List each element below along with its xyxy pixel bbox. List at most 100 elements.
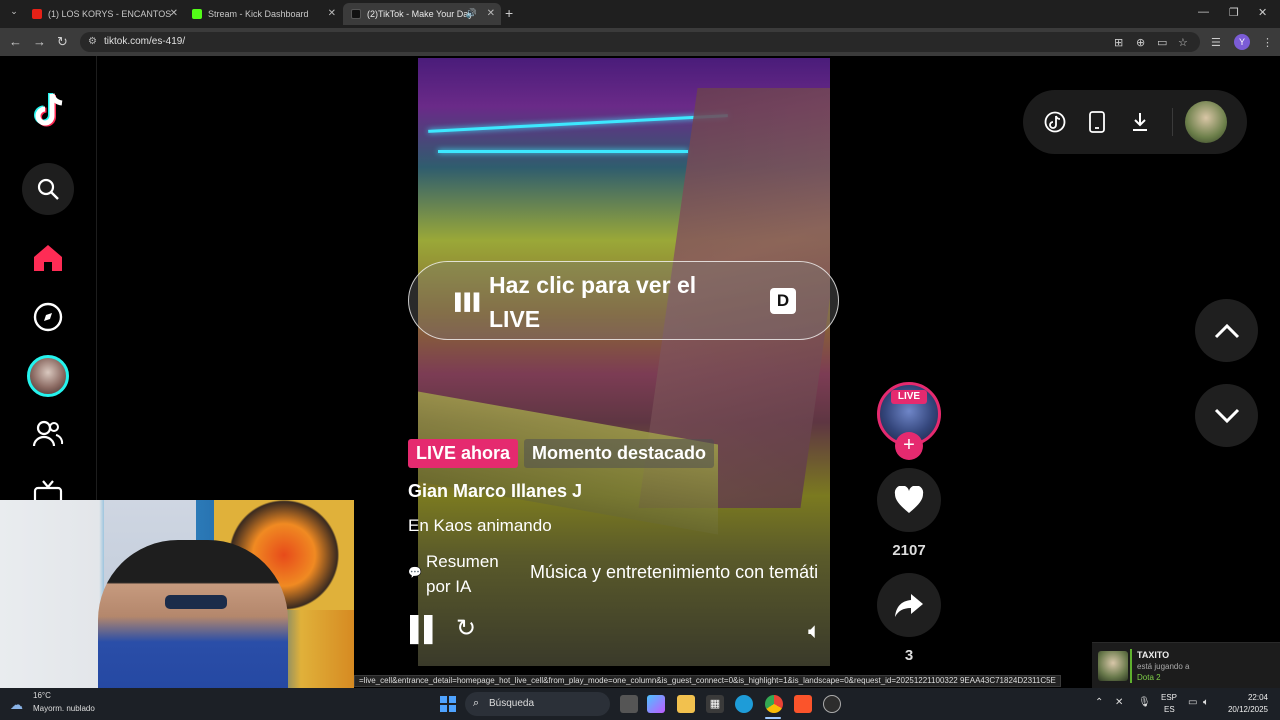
link-status-url: =live_cell&entrance_detail=homepage_hot_… <box>354 675 1061 687</box>
volume-icon[interactable]: 🔈︎ <box>808 618 821 644</box>
keyboard-language[interactable]: ESP <box>1161 693 1177 702</box>
minimize-icon[interactable]: — <box>1198 6 1209 18</box>
watch-live-text: Haz clic para ver el LIVE <box>489 272 697 332</box>
translate-icon[interactable]: ⊞ <box>1114 36 1123 49</box>
author-name[interactable]: Gian Marco Illanes J <box>408 481 582 502</box>
tab-youtube[interactable]: (1) LOS KORYS - ENCANTOS DE ✕ <box>24 3 184 25</box>
tiktok-logo-icon[interactable] <box>22 84 74 136</box>
friend-game: Dota 2 <box>1137 673 1161 682</box>
live-now-tag[interactable]: LIVE ahora <box>408 439 519 468</box>
site-info-icon[interactable]: ⚙ <box>88 36 97 47</box>
refresh-icon[interactable]: ↻ <box>456 614 476 643</box>
tab-search-icon[interactable]: ⌄ <box>6 6 22 22</box>
friend-status: está jugando a <box>1137 662 1190 671</box>
tiktok-coin-icon[interactable] <box>1043 110 1067 134</box>
tab-title: Stream - Kick Dashboard <box>208 9 309 19</box>
brave-icon[interactable] <box>794 695 812 713</box>
search-icon[interactable] <box>22 163 74 215</box>
previous-video-button[interactable] <box>1195 299 1258 362</box>
audio-icon[interactable]: 🔊 <box>466 8 477 19</box>
task-view-icon[interactable] <box>620 695 638 713</box>
bookmark-star-icon[interactable]: ☆ <box>1178 36 1188 49</box>
reload-icon[interactable]: ↻ <box>57 34 68 50</box>
windows-taskbar: ☁ 16°C Mayorm. nublado ⌕ Búsqueda ▦ ⌃ ✕ … <box>0 688 1280 720</box>
friend-notification[interactable]: TAXITO está jugando a Dota 2 <box>1092 642 1280 688</box>
store-icon[interactable]: ▦ <box>706 695 724 713</box>
weather-desc: Mayorm. nublado <box>33 704 95 713</box>
taskbar-search[interactable]: ⌕ Búsqueda <box>465 692 610 716</box>
windows-start-icon[interactable] <box>440 696 456 712</box>
share-count: 3 <box>904 647 914 664</box>
file-explorer-icon[interactable] <box>677 695 695 713</box>
led-light <box>438 150 688 153</box>
back-icon[interactable]: ← <box>9 34 22 49</box>
clock-date[interactable]: 20/12/2025 <box>1208 705 1268 714</box>
network-icon[interactable]: ▭ <box>1188 697 1197 708</box>
explore-icon[interactable] <box>22 291 74 343</box>
keyboard-shortcut-badge: D <box>770 288 796 314</box>
sunglasses <box>165 595 227 609</box>
reading-list-icon[interactable]: ☰ <box>1211 36 1221 49</box>
ai-summary-label[interactable]: Resumen por IA <box>426 549 526 599</box>
copilot-icon[interactable] <box>647 695 665 713</box>
tab-tiktok[interactable]: (2)TikTok - Make Your Day 🔊 ✕ <box>343 3 501 25</box>
microphone-icon[interactable]: 🎙︎ <box>1138 697 1151 708</box>
url-text: tiktok.com/es-419/ <box>104 36 186 47</box>
menu-icon[interactable]: ⋮ <box>1262 36 1273 49</box>
tiktok-tab-icon <box>351 9 361 19</box>
friends-icon[interactable] <box>22 408 74 460</box>
new-tab-button[interactable]: + <box>505 5 513 21</box>
user-avatar[interactable] <box>1185 101 1227 143</box>
ai-summary-topic[interactable]: Música y entretenimiento con temáti <box>530 562 842 583</box>
obs-icon[interactable] <box>823 695 841 713</box>
share-button[interactable] <box>877 573 941 637</box>
status-bar <box>1130 649 1132 683</box>
follow-button[interactable]: + <box>895 432 923 460</box>
close-icon[interactable]: ✕ <box>170 8 178 19</box>
tab-title: (1) LOS KORYS - ENCANTOS DE <box>48 9 173 19</box>
led-light <box>428 114 728 133</box>
profile-avatar[interactable]: Y <box>1234 34 1250 50</box>
mobile-app-icon[interactable] <box>1085 110 1109 134</box>
next-video-button[interactable] <box>1195 384 1258 447</box>
cast-icon[interactable]: ▭ <box>1157 36 1167 49</box>
following-avatar-icon[interactable] <box>22 350 74 402</box>
live-badge: LIVE <box>891 390 927 404</box>
address-bar-row: ← → ↻ ⚙ tiktok.com/es-419/ ⊞ ⊕ ▭ ☆ ☰ ⋮ <box>0 28 1280 56</box>
zoom-icon[interactable]: ⊕ <box>1136 36 1145 49</box>
watch-live-button[interactable]: ▌▌▌ Haz clic para ver el LIVE D <box>408 261 839 340</box>
forward-icon[interactable]: → <box>33 34 46 49</box>
share-icon <box>895 594 923 617</box>
friend-name: TAXITO <box>1137 650 1170 660</box>
chevron-down-icon <box>1214 408 1239 423</box>
browser-tab-bar: ⌄ (1) LOS KORYS - ENCANTOS DE ✕ Stream -… <box>0 0 1280 28</box>
download-icon[interactable] <box>1128 110 1152 134</box>
chevron-up-icon <box>1214 323 1239 338</box>
close-window-icon[interactable]: ✕ <box>1258 6 1267 19</box>
search-placeholder: Búsqueda <box>489 698 535 709</box>
youtube-icon <box>32 9 42 19</box>
edge-icon[interactable] <box>735 695 753 713</box>
live-bars-icon: ▌▌▌ <box>455 294 485 311</box>
tray-expand-icon[interactable]: ⌃ <box>1095 697 1103 708</box>
close-icon[interactable]: ✕ <box>487 8 495 19</box>
search-icon: ⌕ <box>473 697 480 709</box>
close-icon[interactable]: ✕ <box>328 8 336 19</box>
pause-icon[interactable]: ▌▌ <box>410 616 441 644</box>
like-count: 2107 <box>892 542 926 559</box>
tab-title: (2)TikTok - Make Your Day <box>367 9 473 19</box>
ai-summary-icon: 💬 <box>408 567 422 579</box>
cloud-icon[interactable]: ☁ <box>10 697 23 713</box>
chrome-icon[interactable] <box>765 695 783 713</box>
clock-time[interactable]: 22:04 <box>1220 693 1268 702</box>
tab-kick[interactable]: Stream - Kick Dashboard ✕ <box>184 3 342 25</box>
active-app-indicator <box>765 717 781 719</box>
restore-icon[interactable]: ❐ <box>1229 6 1239 19</box>
streamer-figure <box>98 540 288 698</box>
home-icon[interactable] <box>22 232 74 284</box>
address-input[interactable]: ⚙ tiktok.com/es-419/ <box>80 32 1200 52</box>
like-button[interactable] <box>877 468 941 532</box>
top-right-toolbar <box>1023 90 1247 154</box>
tray-app-icon[interactable]: ✕ <box>1115 697 1123 708</box>
webcam-overlay <box>0 500 354 698</box>
